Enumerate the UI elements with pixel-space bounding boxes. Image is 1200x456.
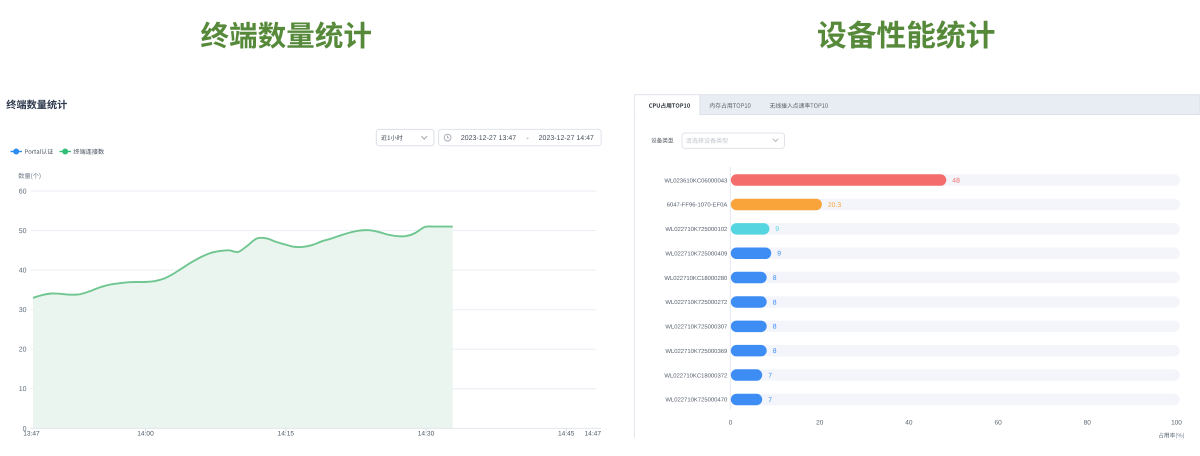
svg-text:14:47: 14:47 <box>584 431 601 438</box>
svg-text:WL022710K725000369: WL022710K725000369 <box>665 348 727 355</box>
svg-text:50: 50 <box>19 228 27 235</box>
svg-text:WL023610KC06000043: WL023610KC06000043 <box>664 177 728 184</box>
svg-text:20: 20 <box>19 347 27 354</box>
svg-text:2023-12-27 14:47: 2023-12-27 14:47 <box>539 135 594 142</box>
svg-text:0: 0 <box>729 419 733 426</box>
svg-text:8: 8 <box>773 299 777 306</box>
svg-text:WL022710K725000272: WL022710K725000272 <box>665 299 727 306</box>
svg-text:WL022710K725000409: WL022710K725000409 <box>665 250 727 257</box>
svg-text:20: 20 <box>816 419 824 426</box>
svg-text:8: 8 <box>773 324 777 331</box>
svg-text:60: 60 <box>994 419 1002 426</box>
svg-text:10: 10 <box>19 386 27 393</box>
svg-text:8: 8 <box>773 275 777 282</box>
svg-text:14:45: 14:45 <box>558 431 575 438</box>
svg-text:9: 9 <box>777 251 781 258</box>
svg-text:40: 40 <box>905 419 913 426</box>
svg-text:WL022710K725000470: WL022710K725000470 <box>665 397 728 404</box>
svg-text:WL022710K725000307: WL022710K725000307 <box>665 324 727 331</box>
svg-text:100: 100 <box>1171 419 1182 426</box>
svg-text:20.3: 20.3 <box>828 202 841 209</box>
svg-text:14:30: 14:30 <box>418 431 435 438</box>
svg-text:60: 60 <box>19 188 27 195</box>
svg-text:2023-12-27 13:47: 2023-12-27 13:47 <box>461 135 516 142</box>
svg-text:6047-FF96-1070-EF0A: 6047-FF96-1070-EF0A <box>667 202 728 209</box>
svg-text:WL022710KC18000280: WL022710KC18000280 <box>664 275 728 282</box>
svg-text:14:15: 14:15 <box>278 431 295 438</box>
svg-text:48: 48 <box>952 178 960 185</box>
svg-text:7: 7 <box>768 373 772 380</box>
svg-text:7: 7 <box>768 397 772 404</box>
svg-text:14:00: 14:00 <box>137 431 154 438</box>
svg-text:40: 40 <box>19 268 27 275</box>
svg-text:WL022710K725000102: WL022710K725000102 <box>665 226 727 233</box>
svg-text:8: 8 <box>773 348 777 355</box>
svg-text:WL022710KC18000372: WL022710KC18000372 <box>664 372 727 379</box>
svg-text:80: 80 <box>1084 419 1092 426</box>
svg-text:9: 9 <box>775 226 779 233</box>
svg-text:30: 30 <box>19 307 27 314</box>
svg-text:13:47: 13:47 <box>23 431 40 438</box>
